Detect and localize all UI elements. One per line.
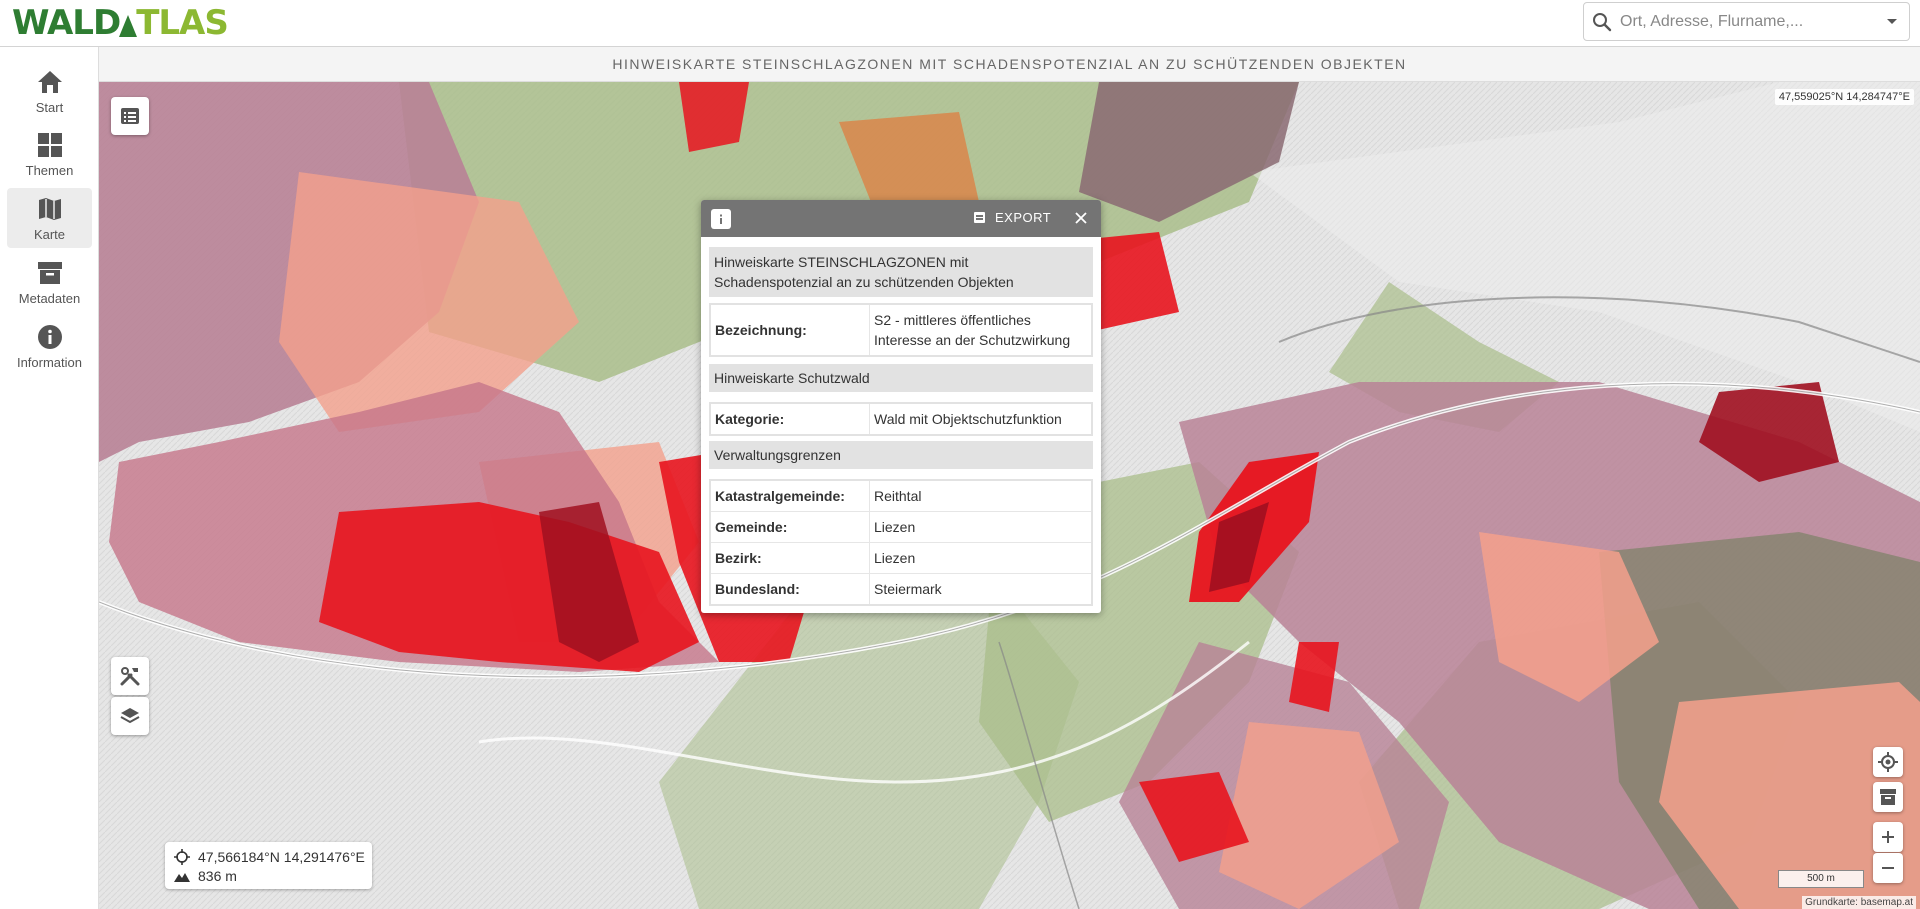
- search-input[interactable]: [1620, 12, 1875, 31]
- top-coordinate-readout: 47,559025°N 14,284747°E: [1774, 89, 1914, 105]
- map-icon: [38, 198, 61, 220]
- sidebar-item-metadaten[interactable]: Metadaten: [7, 252, 92, 312]
- logo-tree-icon: [119, 15, 138, 37]
- row-value: Reithtal: [874, 488, 922, 504]
- sidebar-item-label: Start: [35, 100, 64, 115]
- row-key: Katastralgemeinde:: [711, 481, 870, 511]
- table-row: Bezirk: Liezen: [711, 543, 1091, 574]
- info-table-steinschlag: Bezeichnung: S2 - mittleres öffentliches…: [709, 303, 1093, 357]
- close-icon[interactable]: [1072, 209, 1090, 227]
- popup-header: EXPORT: [701, 200, 1101, 237]
- scale-bar: 500 m: [1778, 870, 1864, 888]
- info-table-verwaltungsgrenzen: Katastralgemeinde: Reithtal Gemeinde: Li…: [709, 479, 1093, 606]
- tools-button[interactable]: [111, 657, 149, 695]
- info-icon: [37, 325, 62, 349]
- feature-info-popup: EXPORT Hinweiskarte STEINSCHLAGZONEN mit…: [701, 200, 1101, 613]
- section-title-steinschlag: Hinweiskarte STEINSCHLAGZONEN mit Schade…: [709, 247, 1093, 297]
- layers-icon: [120, 708, 140, 724]
- sidebar-item-label: Metadaten: [18, 291, 81, 306]
- sidebar-item-label: Themen: [25, 163, 74, 178]
- search-icon: [1584, 4, 1620, 40]
- map-attribution: Grundkarte: basemap.at: [1802, 896, 1916, 909]
- map-title-bar: HINWEISKARTE STEINSCHLAGZONEN MIT SCHADE…: [99, 47, 1920, 82]
- locate-button[interactable]: [1873, 747, 1903, 777]
- sidebar-item-themen[interactable]: Themen: [7, 124, 92, 184]
- waldatlas-logo[interactable]: WALD TLAS: [12, 3, 229, 43]
- scale-label: 500 m: [1807, 873, 1835, 884]
- row-value: S2 - mittleres öffentliches Interesse an…: [874, 312, 1071, 348]
- sidebar-item-start[interactable]: Start: [7, 61, 92, 121]
- plus-icon: [1882, 831, 1894, 843]
- sidebar-item-label: Information: [16, 355, 83, 370]
- logo-suffix: TLAS: [136, 3, 229, 43]
- sidebar-item-label: Karte: [33, 227, 66, 242]
- list-icon: [121, 108, 139, 124]
- table-row: Katastralgemeinde: Reithtal: [711, 481, 1091, 512]
- page-title: HINWEISKARTE STEINSCHLAGZONEN MIT SCHADE…: [612, 56, 1407, 72]
- info-icon[interactable]: [711, 208, 731, 229]
- row-key: Kategorie:: [711, 404, 870, 434]
- legend-toggle-button[interactable]: [111, 97, 149, 135]
- table-row: Kategorie: Wald mit Objektschutzfunktion: [711, 404, 1091, 434]
- row-key: Gemeinde:: [711, 512, 870, 542]
- row-key: Bezeichnung:: [711, 305, 870, 355]
- app-header: WALD TLAS: [0, 0, 1920, 47]
- table-row: Gemeinde: Liezen: [711, 512, 1091, 543]
- export-icon: [974, 212, 985, 223]
- table-row: Bezeichnung: S2 - mittleres öffentliches…: [711, 305, 1091, 355]
- table-row: Bundesland: Steiermark: [711, 574, 1091, 604]
- row-value: Liezen: [874, 550, 916, 566]
- layers-button[interactable]: [111, 697, 149, 735]
- section-title-verwaltungsgrenzen: Verwaltungsgrenzen: [709, 441, 1093, 469]
- row-value: Wald mit Objektschutzfunktion: [874, 411, 1062, 427]
- grid-icon: [37, 133, 62, 157]
- sidebar-item-information[interactable]: Information: [7, 316, 92, 376]
- map-canvas[interactable]: 47,559025°N 14,284747°E 47,566184°N 14,2…: [99, 82, 1920, 909]
- row-value: Liezen: [874, 519, 916, 535]
- export-label: EXPORT: [995, 210, 1052, 225]
- cursor-coordinate-panel: 47,566184°N 14,291476°E 836 m: [165, 842, 372, 889]
- logo-prefix: WALD: [12, 3, 121, 43]
- tools-icon: [120, 667, 140, 686]
- cursor-coordinate: 47,566184°N 14,291476°E: [198, 849, 365, 865]
- sidebar-nav: Start Themen Karte Metadaten Information: [0, 47, 99, 909]
- zoom-in-button[interactable]: [1873, 822, 1903, 852]
- location-target-icon: [1878, 752, 1898, 772]
- row-value: Steiermark: [874, 581, 942, 597]
- export-button[interactable]: EXPORT: [974, 210, 1051, 225]
- archive-icon: [1880, 789, 1896, 805]
- row-key: Bezirk:: [711, 543, 870, 573]
- search-box[interactable]: [1583, 2, 1910, 41]
- home-icon: [37, 71, 62, 93]
- sidebar-item-karte[interactable]: Karte: [7, 188, 92, 248]
- archive-icon: [37, 262, 62, 284]
- archive-button[interactable]: [1873, 782, 1903, 812]
- section-title-schutzwald: Hinweiskarte Schutzwald: [709, 364, 1093, 392]
- chevron-down-icon[interactable]: [1875, 18, 1909, 26]
- elevation-value: 836 m: [198, 868, 237, 884]
- terrain-icon: [174, 873, 190, 882]
- zoom-out-button[interactable]: [1873, 853, 1903, 883]
- crosshair-icon: [174, 849, 190, 865]
- info-table-schutzwald: Kategorie: Wald mit Objektschutzfunktion: [709, 402, 1093, 436]
- row-key: Bundesland:: [711, 574, 870, 604]
- minus-icon: [1882, 867, 1894, 869]
